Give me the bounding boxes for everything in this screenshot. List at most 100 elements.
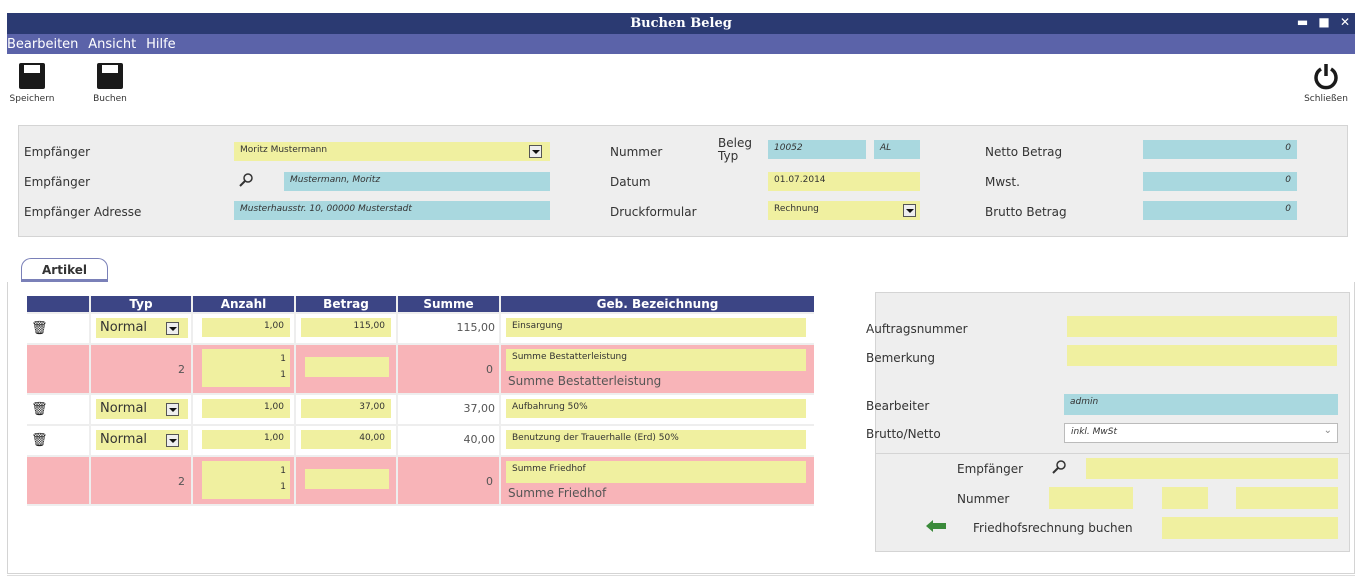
belegtyp-label-line2: Typ (718, 149, 739, 163)
row-action-cell: 🗑 (27, 426, 89, 455)
betrag-field[interactable]: 37,00 (301, 399, 391, 418)
group-sum-label: Summe Friedhof (508, 486, 607, 500)
menu-bearbeiten[interactable]: Bearbeiten (7, 34, 78, 52)
empf-field[interactable] (1086, 458, 1338, 479)
row-bezeichnung-cell: Einsargung (501, 314, 814, 343)
adresse-field[interactable]: Musterhausstr. 10, 00000 Musterstadt (234, 201, 550, 220)
bezeichnung-field[interactable]: Summe Friedhof (506, 461, 806, 483)
anzahl-group-field[interactable]: 11 (202, 349, 290, 387)
row-bezeichnung-cell: Summe Bestatterleistung Summe Bestatterl… (501, 345, 814, 393)
row-bezeichnung-cell: Aufbahrung 50% (501, 395, 814, 424)
search-icon[interactable] (1051, 459, 1067, 475)
datum-label: Datum (610, 175, 651, 189)
nummer-right-field-2[interactable] (1162, 487, 1208, 509)
menu-ansicht[interactable]: Ansicht (88, 34, 136, 52)
column-header-typ[interactable]: Typ (91, 296, 191, 312)
anzahl-field[interactable]: 1,00 (202, 430, 290, 449)
group-sum-label: Summe Bestatterleistung (508, 374, 662, 388)
netto-label: Netto Betrag (985, 145, 1063, 159)
bezeichnung-field[interactable]: Summe Bestatterleistung (506, 349, 806, 371)
search-icon[interactable] (238, 172, 254, 188)
bruttonetto-select[interactable]: inkl. MwSt ⌄ (1064, 423, 1338, 443)
arrow-left-icon[interactable] (926, 519, 946, 533)
trash-icon[interactable]: 🗑 (31, 321, 48, 336)
tab-artikel[interactable]: Artikel (21, 258, 108, 282)
book-label: Buchen (93, 94, 127, 104)
belegtyp-field[interactable]: AL (874, 140, 920, 159)
bezeichnung-field[interactable]: Aufbahrung 50% (506, 399, 806, 418)
row-betrag-cell: 37,00 (296, 395, 396, 424)
nummer-field[interactable]: 10052 (768, 140, 866, 159)
row-typ-cell: Normal (91, 426, 191, 455)
chevron-down-icon[interactable] (529, 145, 542, 158)
group-count: 2 (91, 457, 191, 504)
menu-bar: Bearbeiten Ansicht Hilfe (7, 34, 1355, 54)
betrag-field[interactable] (305, 469, 389, 489)
bearbeiter-field: admin (1064, 394, 1338, 415)
chevron-down-icon[interactable]: ⌄ (1324, 425, 1332, 436)
close-label: Schließen (1304, 94, 1348, 104)
betrag-field[interactable]: 115,00 (301, 318, 391, 337)
bemerkung-field[interactable] (1067, 345, 1337, 366)
chevron-down-icon[interactable] (166, 403, 179, 416)
window-title: Buchen Beleg (630, 16, 732, 31)
datum-field[interactable]: 01.07.2014 (768, 172, 920, 191)
column-header-betrag[interactable]: Betrag (296, 296, 396, 312)
anzahl-group-field[interactable]: 11 (202, 461, 290, 499)
brutto-field: 0 (1143, 201, 1297, 220)
table-row-group: 2 11 0 Summe Friedhof Summe Friedhof (27, 457, 814, 504)
book-button[interactable]: Buchen (87, 62, 133, 104)
empfaenger-label: Empfänger (24, 145, 91, 159)
row-action-cell: 🗑 (27, 314, 89, 343)
empfaenger-name-field[interactable]: Mustermann, Moritz (284, 172, 550, 191)
bearbeiter-label: Bearbeiter (866, 399, 930, 413)
anzahl-bottom: 1 (280, 370, 286, 380)
bemerkung-label: Bemerkung (866, 351, 936, 365)
row-betrag-cell (296, 345, 396, 393)
chevron-down-icon[interactable] (903, 204, 916, 217)
column-header-anzahl[interactable]: Anzahl (193, 296, 294, 312)
table-row: 🗑 Normal 1,00 115,00 115,00 Einsargung (27, 314, 814, 343)
trash-icon[interactable]: 🗑 (31, 402, 48, 417)
empfaenger2-label: Empfänger (24, 175, 91, 189)
friedhof-label: Friedhofsrechnung buchen (973, 521, 1133, 535)
status-bar (7, 575, 1355, 576)
betrag-field[interactable]: 40,00 (301, 430, 391, 449)
panel-divider (875, 453, 1350, 454)
column-header-bezeichnung[interactable]: Geb. Bezeichnung (501, 296, 814, 312)
friedhof-field[interactable] (1162, 517, 1338, 539)
row-bezeichnung-cell: Benutzung der Trauerhalle (Erd) 50% (501, 426, 814, 455)
druckformular-select[interactable]: Rechnung (768, 201, 920, 220)
anzahl-field[interactable]: 1,00 (202, 399, 290, 418)
empfaenger-select[interactable]: Moritz Mustermann (234, 142, 550, 161)
save-button[interactable]: Speichern (9, 62, 55, 104)
row-action-cell: 🗑 (27, 395, 89, 424)
row-betrag-cell (296, 457, 396, 504)
trash-icon[interactable]: 🗑 (31, 433, 48, 448)
auftrag-field[interactable] (1067, 316, 1337, 337)
betrag-field[interactable] (305, 357, 389, 377)
floppy-disk-icon (97, 63, 123, 89)
window-controls[interactable]: ▬ ■ ✕ (1297, 15, 1353, 29)
anzahl-field[interactable]: 1,00 (202, 318, 290, 337)
chevron-down-icon[interactable] (166, 322, 179, 335)
column-header-summe[interactable]: Summe (398, 296, 499, 312)
chevron-down-icon[interactable] (166, 434, 179, 447)
druckformular-label: Druckformular (610, 205, 697, 219)
menu-hilfe[interactable]: Hilfe (146, 34, 176, 52)
window-titlebar: Buchen Beleg ▬ ■ ✕ (7, 13, 1355, 34)
floppy-disk-icon (19, 63, 45, 89)
summe-value: 37,00 (398, 395, 499, 424)
nummer-right-label: Nummer (957, 492, 1010, 506)
nummer-right-field-1[interactable] (1049, 487, 1133, 509)
bezeichnung-field[interactable]: Benutzung der Trauerhalle (Erd) 50% (506, 430, 806, 449)
mwst-label: Mwst. (985, 175, 1020, 189)
anzahl-bottom: 1 (280, 482, 286, 492)
nummer-right-field-3[interactable] (1236, 487, 1338, 509)
close-button[interactable]: Schließen (1297, 62, 1355, 104)
summe-value: 0 (398, 345, 499, 393)
summe-value: 115,00 (398, 314, 499, 343)
bruttonetto-value: inkl. MwSt (1071, 427, 1118, 437)
row-anzahl-cell: 1,00 (193, 395, 294, 424)
bezeichnung-field[interactable]: Einsargung (506, 318, 806, 337)
